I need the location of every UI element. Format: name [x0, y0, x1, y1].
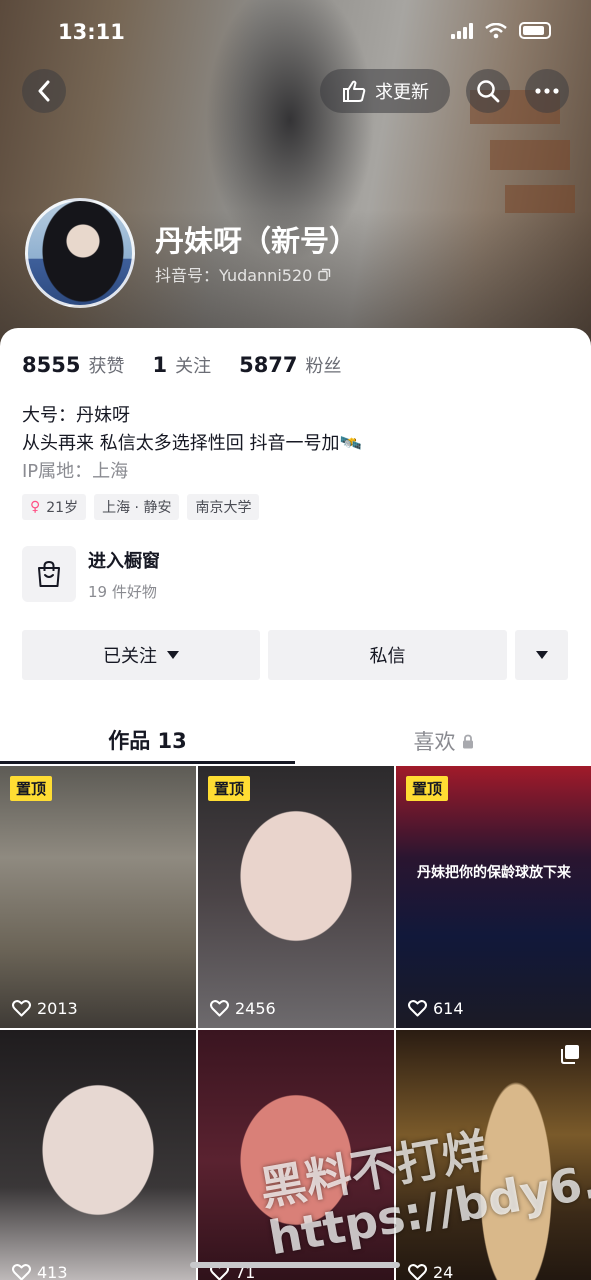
location-tag: 上海 · 静安 [94, 494, 180, 520]
request-update-button[interactable]: 求更新 [320, 69, 450, 113]
heart-icon [12, 1000, 31, 1017]
more-options-button[interactable] [515, 630, 568, 680]
school-tag: 南京大学 [187, 494, 260, 520]
shop-title: 进入橱窗 [88, 550, 160, 572]
like-count: 24 [433, 1263, 454, 1280]
action-buttons: 已关注 私信 [22, 630, 568, 680]
likes-count: 8555 [22, 353, 81, 377]
location-tag-label: 上海 · 静安 [102, 500, 172, 516]
bio-line: 大号：丹妹呀 [22, 405, 130, 426]
female-icon: ♀ [30, 499, 41, 515]
wifi-icon [485, 22, 507, 38]
ip-location: IP属地：上海 [22, 461, 129, 482]
followers-label: 粉丝 [305, 356, 342, 377]
search-icon [477, 80, 500, 103]
bio: 大号：丹妹呀 从头再来 私信太多选择性回 抖音一号加🛰️ IP属地：上海 [22, 402, 362, 486]
battery-icon [519, 22, 551, 39]
stat-likes[interactable]: 8555 获赞 [22, 352, 124, 378]
avatar[interactable] [25, 198, 135, 308]
video-thumbnail[interactable]: 413 [0, 1030, 196, 1280]
status-bar: 13:11 [0, 0, 591, 64]
age-tag-label: 21岁 [46, 500, 79, 516]
video-thumbnail[interactable]: 置顶 2456 [198, 766, 394, 1028]
stat-following[interactable]: 1 关注 [152, 352, 211, 378]
tab-likes-label: 喜欢 [413, 730, 456, 754]
request-update-label: 求更新 [375, 82, 429, 103]
pinned-badge: 置顶 [406, 776, 449, 801]
shop-subtitle: 19 件好物 [88, 582, 157, 601]
stat-followers[interactable]: 5877 粉丝 [239, 352, 341, 378]
heart-icon [12, 1264, 31, 1280]
tab-works-label: 作品 13 [108, 728, 187, 753]
multi-image-icon [561, 1045, 579, 1064]
likes-label: 获赞 [88, 356, 125, 377]
more-button[interactable] [525, 69, 569, 113]
content-tabs: 作品 13 喜欢 [0, 718, 591, 764]
tab-likes[interactable]: 喜欢 [296, 718, 591, 764]
lock-icon [462, 734, 473, 748]
pinned-badge: 置顶 [208, 776, 251, 801]
douyin-id[interactable]: 抖音号：Yudanni520 [155, 262, 331, 286]
more-dots-icon [535, 88, 559, 94]
douyin-id-text: 抖音号：Yudanni520 [155, 266, 313, 285]
followed-label: 已关注 [103, 646, 157, 667]
message-button[interactable]: 私信 [268, 630, 507, 680]
like-count: 2013 [37, 999, 78, 1018]
cellular-signal-icon [451, 22, 473, 39]
following-count: 1 [152, 353, 168, 377]
copy-icon[interactable] [318, 268, 331, 281]
bio-line: 从头再来 私信太多选择性回 抖音一号加🛰️ [22, 433, 362, 454]
video-caption: 丹妹把你的保龄球放下来 [417, 865, 571, 881]
hand-point-icon [343, 80, 366, 102]
pinned-badge: 置顶 [10, 776, 53, 801]
chevron-left-icon [38, 80, 50, 102]
caret-down-icon [535, 651, 548, 659]
back-button[interactable] [22, 69, 66, 113]
tab-works[interactable]: 作品 13 [0, 718, 295, 764]
following-label: 关注 [175, 356, 212, 377]
heart-icon [408, 1000, 427, 1017]
message-label: 私信 [369, 646, 406, 667]
like-count: 2456 [235, 999, 276, 1018]
followed-button[interactable]: 已关注 [22, 630, 260, 680]
shopping-bag-icon [22, 546, 76, 602]
profile-name: 丹妹呀（新号） [155, 224, 359, 258]
heart-icon [408, 1264, 427, 1280]
school-tag-label: 南京大学 [195, 500, 252, 516]
video-thumbnail[interactable]: 置顶 丹妹把你的保龄球放下来 614 [396, 766, 591, 1028]
profile-tags: ♀ 21岁 上海 · 静安 南京大学 [22, 494, 260, 520]
caret-down-icon [167, 651, 179, 659]
video-thumbnail[interactable]: 置顶 2013 [0, 766, 196, 1028]
search-button[interactable] [466, 69, 510, 113]
home-indicator[interactable] [190, 1262, 400, 1268]
heart-icon [210, 1000, 229, 1017]
status-time: 13:11 [58, 20, 125, 44]
shop-window-entry[interactable]: 进入橱窗 19 件好物 [22, 546, 160, 602]
followers-count: 5877 [239, 353, 298, 377]
like-count: 413 [37, 1263, 68, 1280]
age-tag: ♀ 21岁 [22, 494, 87, 520]
stats-row: 8555 获赞 1 关注 5877 粉丝 [22, 352, 342, 378]
like-count: 614 [433, 999, 464, 1018]
